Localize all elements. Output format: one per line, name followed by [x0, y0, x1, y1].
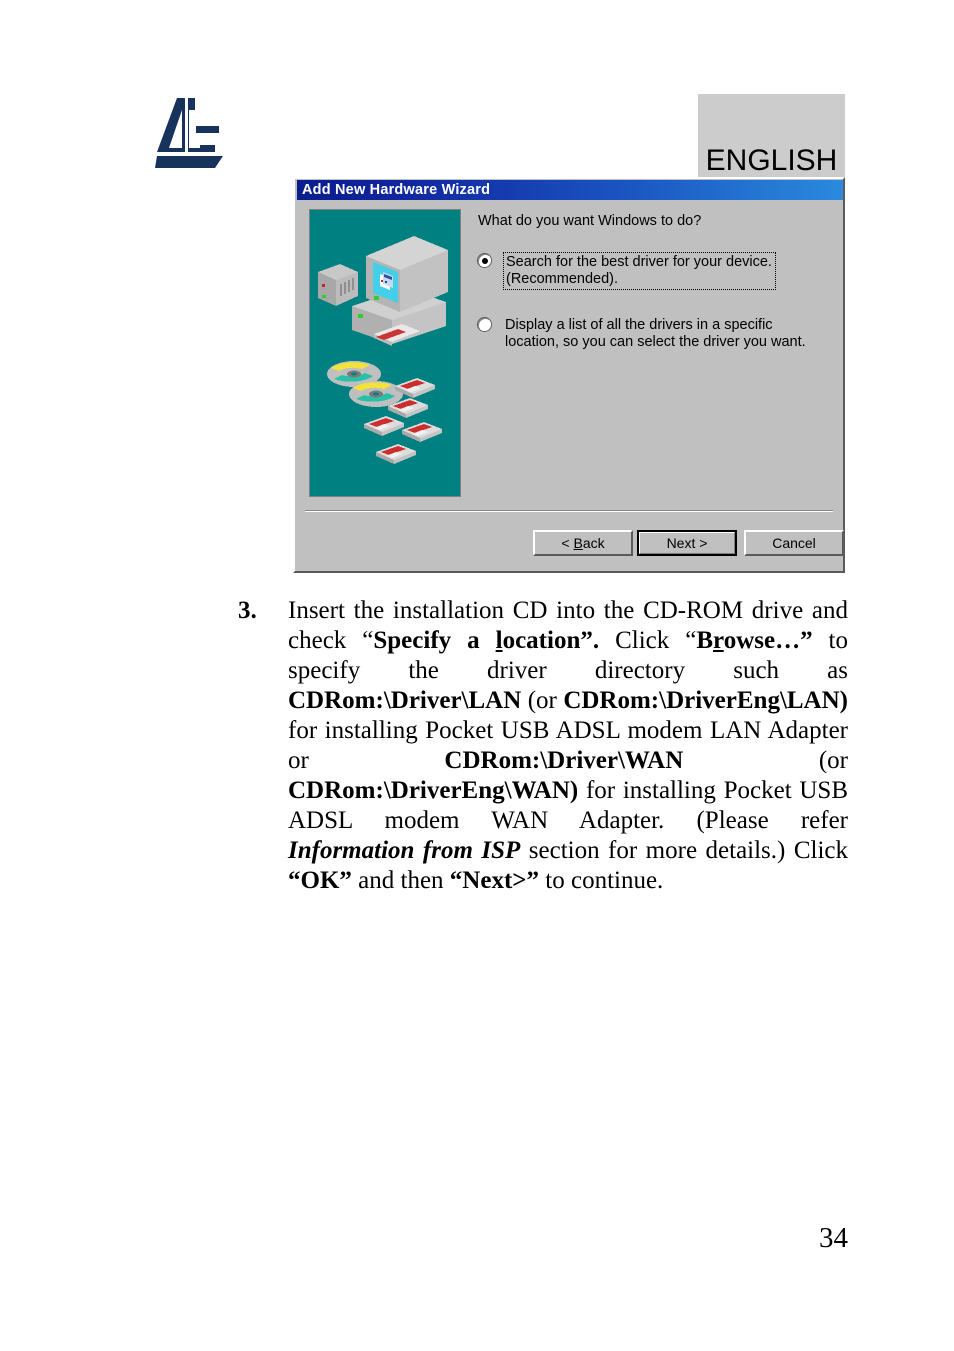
step-text-part-5: B: [696, 627, 714, 654]
step-3-block: 3. Insert the installation CD into the C…: [238, 596, 848, 896]
step-text-part-11: CDRom:\DriverEng\LAN): [563, 687, 848, 714]
step-text-part-20: and then: [351, 867, 450, 894]
radio-label-line1: Search for the best driver for your devi…: [506, 254, 772, 270]
step-text-part-1: Specify a: [373, 627, 496, 654]
wizard-content-pane: What do you want Windows to do? Search f…: [477, 209, 831, 497]
step-text-part-17: Information from ISP: [288, 837, 521, 864]
step-number: 3.: [238, 597, 257, 624]
next-button[interactable]: Next >: [637, 530, 737, 556]
language-banner: ENGLISH: [698, 94, 845, 179]
dialog-titlebar: Add New Hardware Wizard: [297, 180, 843, 200]
dialog-title: Add New Hardware Wizard: [302, 182, 491, 198]
radio-option-display-driver-list[interactable]: Display a list of all the drivers in a s…: [477, 316, 831, 352]
atlantis-land-logo: [155, 96, 237, 174]
step-text-part-15: CDRom:\DriverEng\WAN): [288, 777, 579, 804]
step-text-part-13: CDRom:\Driver\WAN: [444, 747, 684, 774]
language-label: ENGLISH: [705, 144, 838, 177]
radio-option-search-best-driver[interactable]: Search for the best driver for your devi…: [477, 252, 831, 290]
step-text-part-14: (or: [683, 747, 849, 774]
back-button-mnemonic: B: [573, 535, 583, 551]
radio-label-display-driver-list[interactable]: Display a list of all the drivers in a s…: [503, 316, 809, 352]
radio-button-search-best-driver[interactable]: [478, 254, 491, 267]
radio-label-line2: (Recommended).: [506, 271, 619, 287]
step-text-part-10: (or: [521, 687, 564, 714]
cancel-button[interactable]: Cancel: [744, 530, 844, 556]
step-text-part-7: owse…”: [723, 627, 813, 654]
next-button-label: Next >: [639, 532, 735, 554]
dialog-separator: [305, 510, 833, 512]
step-text-part-18: section for more details.) Click: [520, 837, 849, 864]
step-text-part-2: l: [495, 627, 503, 654]
radio-label-line1: Display a list of all the drivers in a s…: [505, 317, 773, 333]
back-button[interactable]: < Back: [533, 530, 633, 556]
step-text-part-6: r: [713, 627, 724, 654]
step-text-part-22: to continue.: [539, 867, 664, 894]
step-text-part-19: “OK”: [288, 867, 352, 894]
page-number: 34: [819, 1222, 848, 1254]
wizard-question: What do you want Windows to do?: [478, 213, 702, 229]
computer-and-media-illustration: [309, 209, 461, 497]
step-text-part-9: CDRom:\Driver\LAN: [288, 687, 522, 714]
add-new-hardware-wizard-dialog: Add New Hardware Wizard What do you want…: [293, 177, 845, 573]
radio-label-line2: location, so you can select the driver y…: [505, 334, 806, 350]
radio-button-display-driver-list[interactable]: [478, 318, 491, 331]
dialog-button-bar: < Back Next > Cancel: [295, 528, 844, 560]
radio-label-search-best-driver[interactable]: Search for the best driver for your devi…: [503, 252, 776, 290]
step-text-part-4: Click “: [599, 627, 697, 654]
step-text: Insert the installation CD into the CD-R…: [288, 596, 848, 896]
step-text-part-21: “Next>”: [449, 867, 540, 894]
step-text-part-3: ocation”.: [502, 627, 600, 654]
